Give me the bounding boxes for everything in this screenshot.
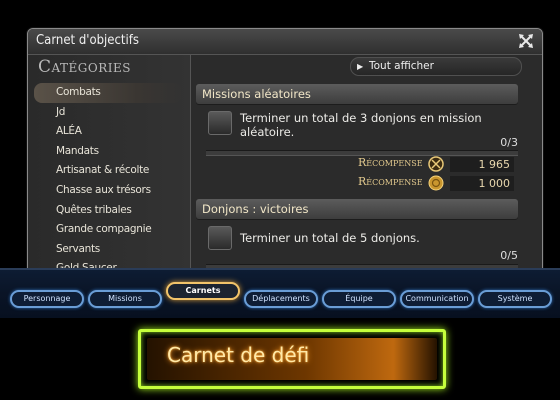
nav-button-deplacements[interactable]: Déplacements <box>244 290 318 308</box>
window-title: Carnet d'objectifs <box>36 33 139 48</box>
reward-label: Récompense <box>358 156 423 169</box>
objective-text: Terminer un total de 5 donjons. <box>240 231 420 245</box>
gil-icon <box>428 175 444 191</box>
category-item[interactable]: ALÉA <box>28 122 188 142</box>
nav-button-personnage[interactable]: Personnage <box>10 290 84 308</box>
nav-button-communication[interactable]: Communication <box>400 290 474 308</box>
window-titlebar[interactable]: Carnet d'objectifs <box>28 29 542 55</box>
reward-row: Récompense 1 965 <box>358 156 518 174</box>
reward-row: Récompense 1 000 <box>358 175 518 193</box>
play-arrow-icon: ▶ <box>357 62 364 71</box>
category-sidebar: Catégories Combats Jd ALÉA Mandats Artis… <box>28 55 191 275</box>
crossed-arrows-icon[interactable] <box>518 33 534 49</box>
main-menu-bar: Personnage Missions Carnets Déplacements… <box>0 268 560 318</box>
section-header-dungeon-victories[interactable]: Donjons : victoires <box>196 199 518 219</box>
nav-button-equipe[interactable]: Équipe <box>322 290 396 308</box>
category-item[interactable]: Quêtes tribales <box>28 201 188 221</box>
objective-count: 0/3 <box>500 136 518 149</box>
show-all-button[interactable]: ▶ Tout afficher <box>350 57 522 76</box>
category-item[interactable]: Mandats <box>28 142 188 162</box>
dungeon-icon <box>208 111 232 135</box>
category-item[interactable]: Chasse aux trésors <box>28 181 188 201</box>
categories-heading: Catégories <box>38 57 131 77</box>
show-all-label: Tout afficher <box>369 60 434 72</box>
reward-label: Récompense <box>358 175 423 188</box>
section-title: Missions aléatoires <box>202 87 311 101</box>
nav-button-missions[interactable]: Missions <box>88 290 162 308</box>
seal-icon <box>428 156 444 172</box>
nav-button-carnets[interactable]: Carnets <box>166 282 240 300</box>
category-item[interactable]: Combats <box>34 83 182 103</box>
challenge-log-label: Carnet de défi <box>167 343 310 367</box>
dungeon-icon <box>208 226 232 250</box>
category-item[interactable]: Grande compagnie <box>28 220 188 240</box>
objective-text: Terminer un total de 3 donjons en missio… <box>240 111 482 139</box>
section-title: Donjons : victoires <box>202 202 309 216</box>
nav-button-systeme[interactable]: Système <box>478 290 552 308</box>
category-item[interactable]: Jd <box>28 103 188 123</box>
category-item[interactable]: Artisanat & récolte <box>28 161 188 181</box>
category-list: Combats Jd ALÉA Mandats Artisanat & réco… <box>28 83 188 275</box>
reward-value: 1 000 <box>450 176 514 191</box>
objectives-window: Carnet d'objectifs Catégories Combats Jd… <box>27 28 543 276</box>
challenge-log-menu-item[interactable]: Carnet de défi <box>138 329 446 389</box>
reward-value: 1 965 <box>450 157 514 172</box>
category-item[interactable]: Servants <box>28 240 188 260</box>
section-header-random-missions[interactable]: Missions aléatoires <box>196 84 518 104</box>
objective-count: 0/5 <box>500 249 518 262</box>
